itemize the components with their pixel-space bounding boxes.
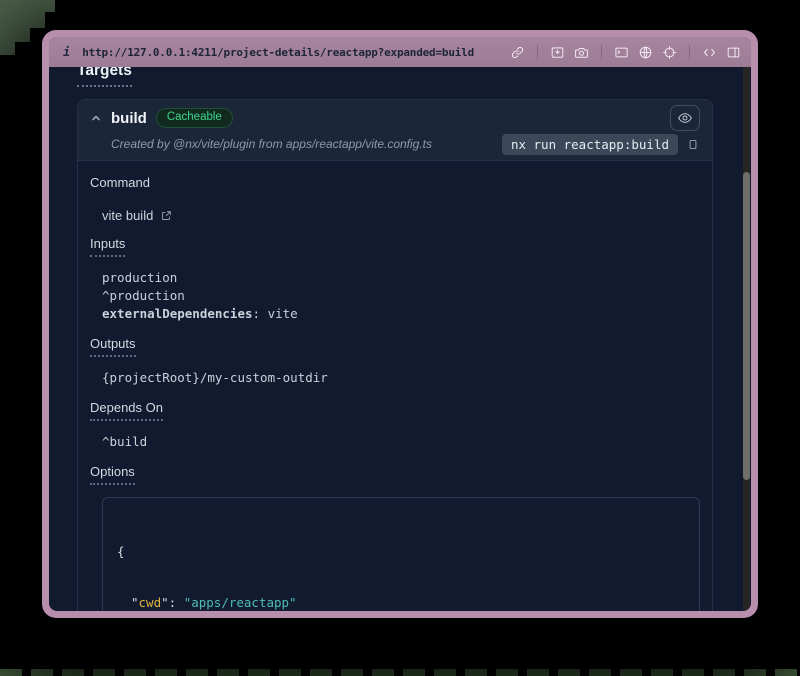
command-section: Command vite build <box>90 175 700 223</box>
json-key: cwd <box>139 595 162 610</box>
run-command-chip: nx run reactapp:build <box>502 134 678 155</box>
depends-on-item: ^build <box>102 433 700 451</box>
info-icon: i <box>63 45 70 59</box>
desktop-background-bottom-edge <box>0 669 800 676</box>
inputs-heading[interactable]: Inputs <box>90 236 125 257</box>
cacheable-badge: Cacheable <box>156 108 233 128</box>
address-bar[interactable]: http://127.0.0.1:4211/project-details/re… <box>82 46 510 59</box>
target-name-build: build <box>111 110 147 127</box>
globe-icon[interactable] <box>638 45 653 60</box>
toolbar-divider <box>537 45 538 59</box>
outputs-section: Outputs {projectRoot}/my-custom-outdir <box>90 336 700 387</box>
eye-icon <box>677 110 693 126</box>
json-line: "cwd": "apps/reactapp" <box>117 594 685 611</box>
scrollbar-track[interactable] <box>743 67 750 611</box>
target-details-build: Command vite build Inputs production ^pr… <box>78 161 712 611</box>
toolbar-divider <box>601 45 602 59</box>
browser-window: i http://127.0.0.1:4211/project-details/… <box>42 30 758 618</box>
json-quote: " <box>131 595 139 610</box>
created-by-text: Created by @nx/vite/plugin from apps/rea… <box>111 137 432 151</box>
terminal-icon[interactable] <box>614 45 629 60</box>
options-json-block: { "cwd": "apps/reactapp" } <box>102 497 700 611</box>
save-frame-icon[interactable] <box>550 45 565 60</box>
target-card-build: build Cacheable Created by @nx/vite/plug… <box>77 99 713 611</box>
toolbar-divider <box>689 45 690 59</box>
depends-on-section: Depends On ^build <box>90 400 700 451</box>
copy-command-button[interactable] <box>686 137 700 152</box>
split-panel-icon[interactable] <box>726 45 741 60</box>
command-text: vite build <box>102 208 153 223</box>
inputs-section: Inputs production ^production externalDe… <box>90 236 700 323</box>
code-icon[interactable] <box>702 45 717 60</box>
input-item: production <box>102 269 700 287</box>
input-item: externalDependencies: vite <box>102 305 700 323</box>
output-item: {projectRoot}/my-custom-outdir <box>102 369 700 387</box>
crosshair-icon[interactable] <box>662 45 677 60</box>
options-heading[interactable]: Options <box>90 464 135 485</box>
copy-icon <box>686 137 700 152</box>
json-value: "apps/reactapp" <box>184 595 297 610</box>
input-dep-value: : vite <box>253 306 298 321</box>
outputs-heading[interactable]: Outputs <box>90 336 136 357</box>
input-item: ^production <box>102 287 700 305</box>
camera-icon[interactable] <box>574 45 589 60</box>
chevron-up-icon[interactable] <box>90 112 102 124</box>
json-line: { <box>117 543 685 560</box>
page-title: Targets <box>77 67 132 87</box>
link-icon[interactable] <box>510 45 525 60</box>
depends-on-heading[interactable]: Depends On <box>90 400 163 421</box>
external-link-icon[interactable] <box>160 209 173 222</box>
scrollbar-thumb[interactable] <box>743 172 750 480</box>
json-quote: " <box>161 595 169 610</box>
json-colon: : <box>169 595 184 610</box>
browser-toolbar: i http://127.0.0.1:4211/project-details/… <box>49 37 751 67</box>
input-dep-key: externalDependencies <box>102 306 253 321</box>
target-header-build[interactable]: build Cacheable Created by @nx/vite/plug… <box>78 100 712 161</box>
view-target-graph-button[interactable] <box>670 105 700 131</box>
page-content: Targets build Cacheable Created by @nx/v… <box>49 67 751 611</box>
command-heading: Command <box>90 175 150 196</box>
options-section: Options { "cwd": "apps/reactapp" } <box>90 464 700 611</box>
